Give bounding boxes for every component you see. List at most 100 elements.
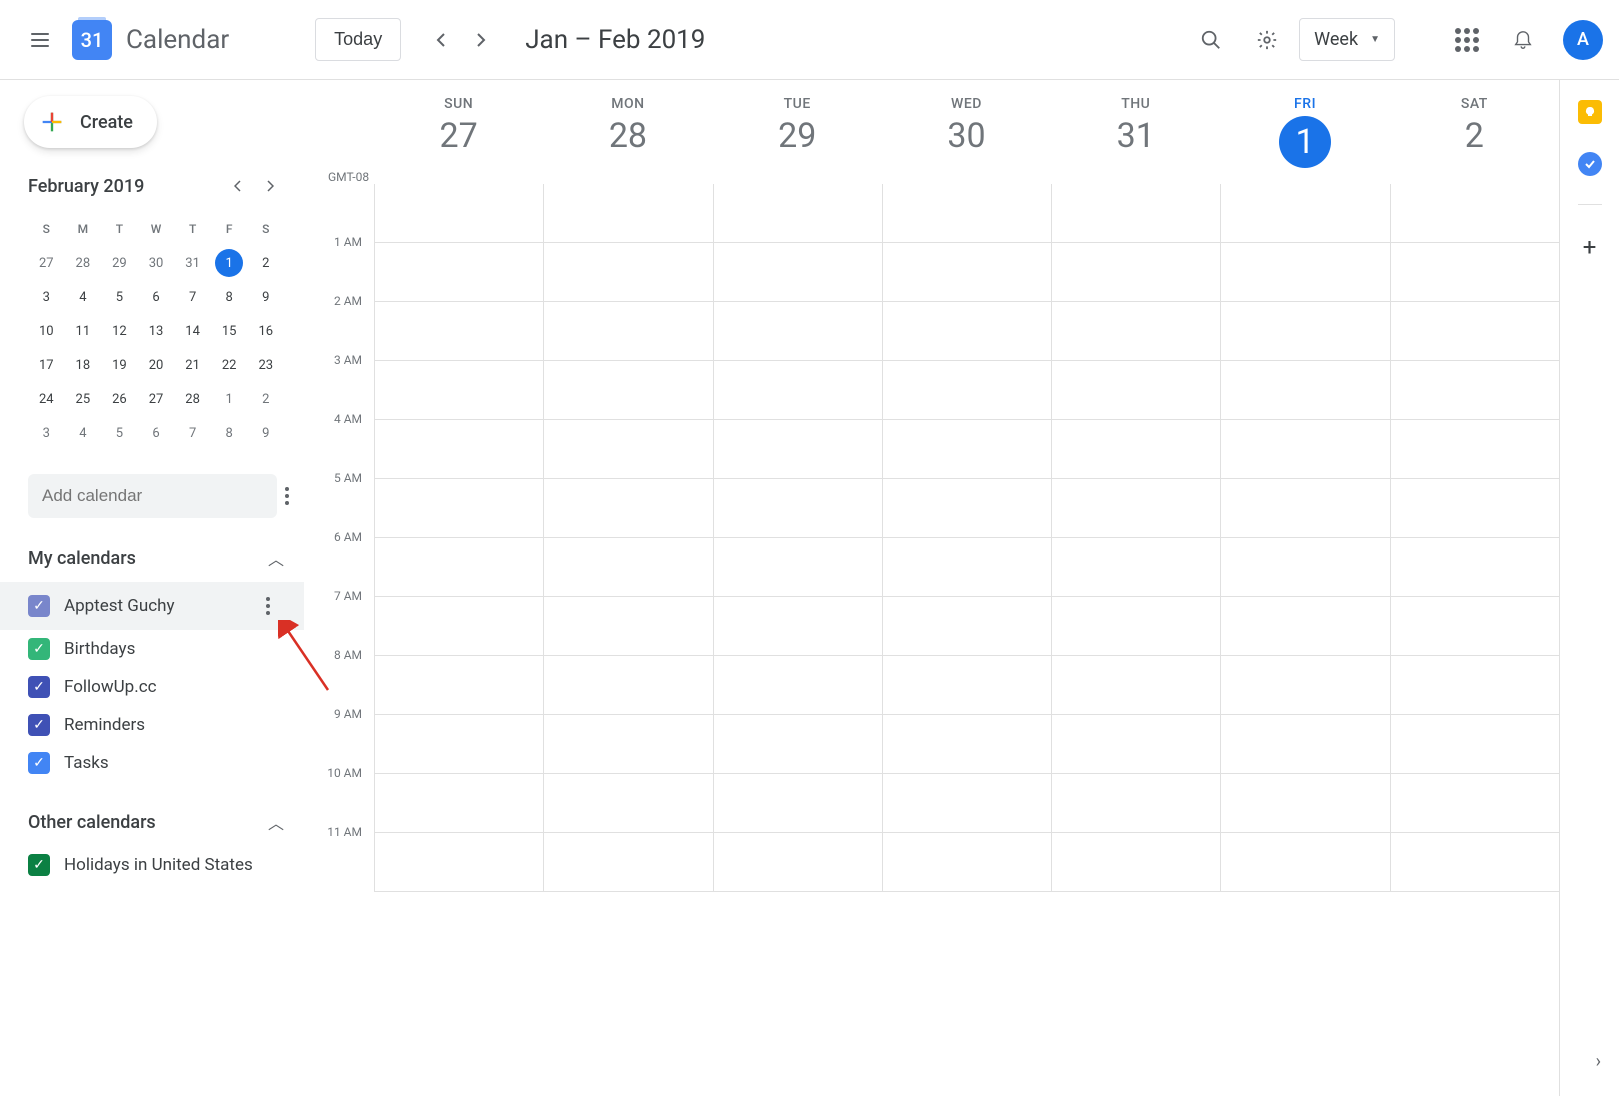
menu-button[interactable] xyxy=(16,16,64,64)
hour-cell[interactable] xyxy=(714,361,882,420)
mini-cal-day[interactable]: 6 xyxy=(138,280,175,314)
hour-cell[interactable] xyxy=(1391,656,1559,715)
add-calendar-options[interactable] xyxy=(285,480,289,512)
hour-cell[interactable] xyxy=(544,302,712,361)
mini-cal-day[interactable]: 16 xyxy=(247,314,284,348)
hour-cell[interactable] xyxy=(1221,715,1389,774)
expand-side-panel[interactable]: › xyxy=(1596,1051,1601,1072)
hour-cell[interactable] xyxy=(1391,538,1559,597)
hour-cell[interactable] xyxy=(883,361,1051,420)
hour-cell[interactable] xyxy=(883,302,1051,361)
hour-cell[interactable] xyxy=(883,656,1051,715)
hour-cell[interactable] xyxy=(1052,479,1220,538)
hour-cell[interactable] xyxy=(1052,656,1220,715)
hour-cell[interactable] xyxy=(544,774,712,833)
day-header[interactable]: SUN27 xyxy=(374,96,543,168)
mini-cal-day[interactable]: 18 xyxy=(65,348,102,382)
hour-cell[interactable] xyxy=(883,833,1051,892)
hour-cell[interactable] xyxy=(714,597,882,656)
tasks-addon[interactable] xyxy=(1578,152,1602,176)
mini-cal-day[interactable]: 1 xyxy=(211,246,248,280)
hour-cell[interactable] xyxy=(1221,420,1389,479)
hour-cell[interactable] xyxy=(883,184,1051,243)
hour-cell[interactable] xyxy=(1052,833,1220,892)
mini-cal-day[interactable]: 17 xyxy=(28,348,65,382)
hour-cell[interactable] xyxy=(544,420,712,479)
hour-cell[interactable] xyxy=(1052,715,1220,774)
mini-cal-day[interactable]: 4 xyxy=(65,416,102,450)
mini-cal-day[interactable]: 21 xyxy=(174,348,211,382)
hour-cell[interactable] xyxy=(1391,479,1559,538)
mini-cal-day[interactable]: 4 xyxy=(65,280,102,314)
mini-cal-day[interactable]: 28 xyxy=(174,382,211,416)
mini-cal-day[interactable]: 5 xyxy=(101,280,138,314)
hour-cell[interactable] xyxy=(1221,479,1389,538)
day-column[interactable] xyxy=(1051,184,1220,892)
mini-cal-day[interactable]: 20 xyxy=(138,348,175,382)
hour-cell[interactable] xyxy=(1052,243,1220,302)
hour-cell[interactable] xyxy=(1052,538,1220,597)
hour-cell[interactable] xyxy=(544,656,712,715)
day-header[interactable]: TUE29 xyxy=(713,96,882,168)
hour-cell[interactable] xyxy=(1221,243,1389,302)
next-period-button[interactable] xyxy=(461,20,501,60)
hour-cell[interactable] xyxy=(883,479,1051,538)
hour-cell[interactable] xyxy=(375,833,543,892)
hour-cell[interactable] xyxy=(883,243,1051,302)
hour-cell[interactable] xyxy=(714,774,882,833)
mini-cal-day[interactable]: 10 xyxy=(28,314,65,348)
calendar-item[interactable]: ✓Reminders xyxy=(0,706,304,744)
calendar-checkbox[interactable]: ✓ xyxy=(28,752,50,774)
hour-cell[interactable] xyxy=(375,243,543,302)
view-selector[interactable]: Week ▼ xyxy=(1299,18,1395,61)
calendar-item[interactable]: ✓Tasks xyxy=(0,744,304,782)
hour-cell[interactable] xyxy=(714,833,882,892)
calendar-item[interactable]: ✓Holidays in United States xyxy=(0,846,304,884)
notifications-button[interactable] xyxy=(1499,16,1547,64)
calendar-checkbox[interactable]: ✓ xyxy=(28,676,50,698)
hour-cell[interactable] xyxy=(1221,184,1389,243)
calendar-item[interactable]: ✓Apptest Guchy xyxy=(0,582,304,630)
hour-cell[interactable] xyxy=(1052,184,1220,243)
hour-cell[interactable] xyxy=(1391,361,1559,420)
other-calendars-toggle[interactable]: Other calendars ︿ xyxy=(28,810,284,834)
mini-cal-day[interactable]: 15 xyxy=(211,314,248,348)
day-header[interactable]: WED30 xyxy=(882,96,1051,168)
hour-cell[interactable] xyxy=(1052,597,1220,656)
hour-cell[interactable] xyxy=(1221,774,1389,833)
day-header[interactable]: MON28 xyxy=(543,96,712,168)
mini-cal-day[interactable]: 23 xyxy=(247,348,284,382)
hour-cell[interactable] xyxy=(1391,243,1559,302)
hour-cell[interactable] xyxy=(375,302,543,361)
hour-cell[interactable] xyxy=(375,184,543,243)
calendar-checkbox[interactable]: ✓ xyxy=(28,854,50,876)
hour-cell[interactable] xyxy=(544,479,712,538)
mini-cal-day[interactable]: 11 xyxy=(65,314,102,348)
hour-cell[interactable] xyxy=(375,538,543,597)
calendar-item[interactable]: ✓Birthdays xyxy=(0,630,304,668)
hour-cell[interactable] xyxy=(1391,715,1559,774)
hour-cell[interactable] xyxy=(544,833,712,892)
mini-cal-day[interactable]: 14 xyxy=(174,314,211,348)
day-header[interactable]: FRI1 xyxy=(1220,96,1389,168)
hour-cell[interactable] xyxy=(714,420,882,479)
hour-cell[interactable] xyxy=(1052,774,1220,833)
hour-cell[interactable] xyxy=(1052,302,1220,361)
mini-cal-day[interactable]: 2 xyxy=(247,246,284,280)
day-column[interactable] xyxy=(543,184,712,892)
mini-cal-day[interactable]: 25 xyxy=(65,382,102,416)
hour-cell[interactable] xyxy=(1221,538,1389,597)
hour-cell[interactable] xyxy=(1052,420,1220,479)
mini-cal-day[interactable]: 27 xyxy=(138,382,175,416)
mini-cal-next[interactable] xyxy=(256,172,284,200)
mini-cal-day[interactable]: 5 xyxy=(101,416,138,450)
hour-cell[interactable] xyxy=(1391,302,1559,361)
mini-cal-day[interactable]: 8 xyxy=(211,280,248,314)
hour-cell[interactable] xyxy=(544,361,712,420)
calendar-options[interactable] xyxy=(252,590,284,622)
hour-cell[interactable] xyxy=(1221,656,1389,715)
day-header[interactable]: SAT2 xyxy=(1390,96,1559,168)
hour-cell[interactable] xyxy=(544,715,712,774)
calendar-checkbox[interactable]: ✓ xyxy=(28,595,50,617)
mini-cal-day[interactable]: 24 xyxy=(28,382,65,416)
